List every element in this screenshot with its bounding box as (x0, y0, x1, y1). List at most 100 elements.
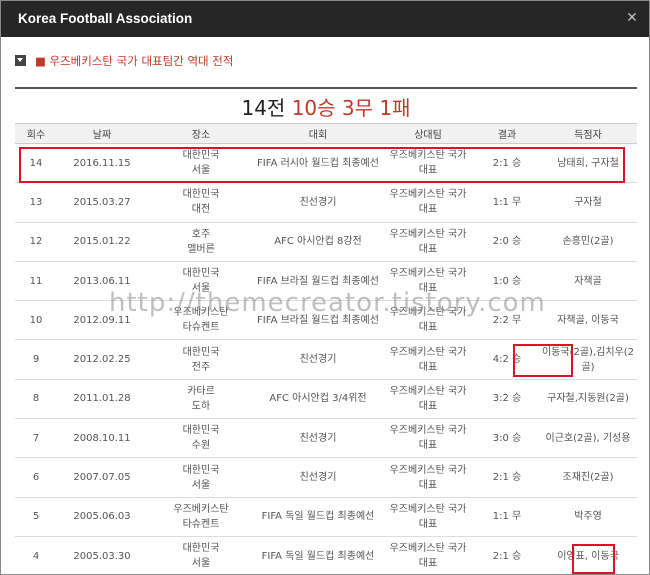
cell-venue-text: 우즈베키스탄 (173, 503, 229, 515)
cell-opponent-text: 우즈베키스탄 국가 (389, 503, 467, 515)
cell-venue-text: 서울 (191, 165, 211, 177)
cell-result-text: 3:2 승 (492, 393, 522, 405)
cell-date-text: 2012.02.25 (73, 354, 131, 366)
cell-result: 1:0 승 (475, 261, 539, 300)
cell-date-text: 2011.01.28 (73, 393, 131, 405)
cell-scorers-text: 박주영 (574, 511, 602, 523)
cell-venue: 대한민국대전 (147, 183, 255, 222)
cell-opponent-text: 대표 (418, 283, 438, 295)
collapse-icon[interactable] (15, 55, 26, 66)
cell-opponent-text: 대표 (418, 518, 438, 530)
cell-venue-text: 카타르 (187, 385, 215, 397)
cell-venue: 대한민국 수원 (147, 419, 255, 458)
table-row: 11 2013.06.11 대한민국 서울 FIFA 브라질 월드컵 최종예선 우즈베키스… (15, 261, 637, 301)
cell-date: 2015.01.22 (57, 222, 147, 261)
cell-venue-text: 타슈켄트 (182, 518, 220, 530)
cell-competition: 친선경기 (255, 183, 381, 222)
cell-no: 13 (15, 183, 57, 222)
cell-opponent: 우즈베키스탄 국가 대표 (381, 183, 475, 222)
cell-venue: 대한민국 전주 (147, 340, 255, 379)
cell-scorers: 박주영 (539, 497, 637, 536)
cell-opponent-text: 대표 (418, 558, 438, 570)
cell-scorers: 조재진(2골) (539, 458, 637, 497)
cell-competition: FIFA 독일 월드컵 최종예선 (255, 536, 381, 574)
cell-venue: 대한민국서울 (147, 144, 255, 183)
header-scorers: 득점자 (539, 123, 637, 144)
header-venue: 장소 (147, 123, 255, 144)
cell-venue: 카타르 도하 (147, 379, 255, 418)
dialog-window: Korea Football Association ✕ ■ 우즈베키스탄 국가… (0, 0, 650, 575)
cell-venue-text: 대전 (191, 204, 211, 216)
cell-opponent: 우즈베키스탄 국가대표 (381, 301, 475, 340)
cell-date: 2011.01.28 (57, 379, 147, 418)
cell-scorers-text: 이영표, 이동국 (557, 550, 619, 562)
cell-scorers-text: 조재진(2골) (562, 472, 614, 484)
cell-scorers: 자책골, 이동국 (539, 301, 637, 340)
cell-opponent-text: 대표 (418, 440, 438, 452)
cell-no-text: 11 (29, 275, 43, 287)
cell-no: 7 (15, 419, 57, 458)
cell-venue-text: 대한민국 (182, 189, 220, 201)
cell-no-text: 5 (32, 511, 40, 523)
cell-date: 2013.06.11 (57, 261, 147, 300)
cell-result: 2:2 무 (475, 301, 539, 340)
cell-venue-text: 수원 (191, 440, 211, 452)
cell-no-text: 13 (29, 196, 43, 208)
cell-no: 6 (15, 458, 57, 497)
cell-date-text: 2015.03.27 (73, 196, 131, 208)
cell-opponent-text: 대표 (418, 322, 438, 334)
table-row: 6 2007.07.05 대한민국 서울 친선경기 우즈베키스탄 국가 대표 2:1 승 조재진… (15, 458, 637, 498)
cell-date: 2012.02.25 (57, 340, 147, 379)
cell-scorers-text: 이근호(2골), 기성용 (545, 432, 631, 444)
table-row: 4 2005.03.30 대한민국 서울 FIFA 독일 월드컵 최종예선 우즈베키스탄 … (15, 536, 637, 574)
title-bar: Korea Football Association ✕ (1, 1, 649, 37)
cell-competition: AFC 아시안컵 3/4위전 (255, 379, 381, 418)
cell-opponent-text: 우즈베키스탄 국가 (389, 385, 467, 397)
cell-date-text: 2007.07.05 (73, 472, 131, 484)
table-row: 5 2005.06.03 우즈베키스탄 타슈켄트 FIFA 독일 월드컵 최종예선 우즈베… (15, 497, 637, 537)
cell-no-text: 12 (29, 236, 43, 248)
table-row: 9 2012.02.25 대한민국 전주 친선경기 우즈베키스탄 국가 대표 4:2 승 이동국… (15, 340, 637, 380)
record-draws: 3무 (341, 96, 374, 120)
cell-opponent-text: 대표 (418, 479, 438, 491)
cell-competition-text: 친선경기 (299, 432, 337, 444)
cell-scorers-text: 남태희, 구자철 (557, 157, 619, 169)
cell-scorers: 이근호(2골), 기성용 (539, 419, 637, 458)
cell-venue-text: 타슈켄트 (182, 322, 220, 334)
cell-date-text: 2012.09.11 (73, 314, 131, 326)
cell-venue-text: 대한민국 (182, 150, 220, 162)
cell-result: 2:0 승 (475, 222, 539, 261)
cell-venue: 호주 멜버른 (147, 222, 255, 261)
cell-competition: FIFA 브라질 월드컵 최종예선 (255, 261, 381, 300)
cell-opponent-text: 우즈베키스탄 국가 (389, 346, 467, 358)
header-no: 회수 (15, 123, 57, 144)
cell-competition-text: AFC 아시안컵 3/4위전 (269, 393, 367, 405)
cell-opponent: 우즈베키스탄 국가 대표 (381, 340, 475, 379)
cell-opponent: 우즈베키스탄 국가대표 (381, 536, 475, 574)
cell-venue: 우즈베키스탄타슈켄트 (147, 497, 255, 536)
cell-scorers: 이영표, 이동국 (539, 536, 637, 574)
cell-result: 2:1 승 (475, 458, 539, 497)
table-row: 7 2008.10.11 대한민국 수원 친선경기 우즈베키스탄 국가 대표 3:0 승 이근호… (15, 419, 637, 458)
close-icon[interactable]: ✕ (623, 9, 641, 27)
cell-opponent: 우즈베키스탄 국가대표 (381, 261, 475, 300)
header-date: 날짜 (57, 123, 147, 144)
cell-opponent: 우즈베키스탄 국가 대표 (381, 222, 475, 261)
cell-opponent-text: 우즈베키스탄 국가 (389, 307, 467, 319)
cell-competition-text: FIFA 브라질 월드컵 최종예선 (257, 314, 379, 326)
cell-no: 8 (15, 379, 57, 418)
cell-no-text: 7 (32, 432, 40, 444)
cell-opponent-text: 우즈베키스탄 국가 (389, 268, 467, 280)
cell-opponent-text: 우즈베키스탄 국가 (389, 150, 467, 162)
cell-opponent: 우즈베키스탄 국가대표 (381, 419, 475, 458)
cell-competition: FIFA 러시아 월드컵 최종예선 (255, 144, 381, 183)
cell-no-text: 6 (32, 472, 40, 484)
table-header-row: 회수 날짜 장소 대회 상대팀 결과 득점자 (15, 123, 637, 144)
cell-scorers-text: 손흥민(2골) (562, 236, 614, 248)
cell-venue: 대한민국 서울 (147, 536, 255, 574)
cell-result: 2:1 승 (475, 536, 539, 574)
cell-opponent-text: 우즈베키스탄 국가 (389, 543, 467, 555)
cell-opponent-text: 우즈베키스탄 국가 (389, 425, 467, 437)
cell-competition: 친선경기 (255, 340, 381, 379)
cell-opponent-text: 대표 (418, 400, 438, 412)
